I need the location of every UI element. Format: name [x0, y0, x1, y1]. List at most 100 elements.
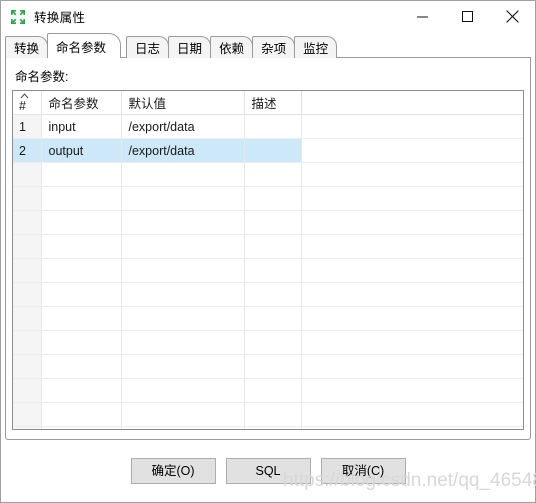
cell-parameter-name[interactable]: [41, 258, 122, 283]
named-parameters-table[interactable]: # 命名参数 默认值 描述 1 input /export/data 2 out…: [12, 90, 524, 430]
table-row[interactable]: 1 input/export/data: [13, 114, 523, 139]
cell-parameter-name[interactable]: [41, 306, 122, 331]
cell-description[interactable]: [244, 378, 302, 403]
cancel-button[interactable]: 取消(C): [320, 458, 406, 484]
ok-button[interactable]: 确定(O): [130, 458, 216, 484]
maximize-icon: [461, 10, 473, 22]
table-row[interactable]: [13, 402, 523, 427]
cell-parameter-name[interactable]: [41, 234, 122, 259]
cell-description[interactable]: [244, 114, 302, 139]
table-row[interactable]: [13, 354, 523, 379]
cell-index: [13, 426, 42, 429]
tab-label: 日期: [177, 42, 203, 56]
minimize-button[interactable]: [400, 1, 445, 32]
sql-button[interactable]: SQL: [225, 458, 311, 484]
table-body: 1 input/export/data 2 output/export/data: [13, 114, 523, 429]
tab-date[interactable]: 日期: [168, 36, 212, 58]
column-header-description[interactable]: 描述: [244, 91, 302, 115]
cell-default-value[interactable]: [121, 354, 245, 379]
cell-filler: [301, 186, 523, 211]
tab-label: 转换: [14, 42, 40, 56]
cell-default-value[interactable]: [121, 258, 245, 283]
cell-description[interactable]: [244, 162, 302, 187]
column-header-index[interactable]: #: [13, 91, 42, 115]
table-row[interactable]: [13, 282, 523, 307]
cell-default-value[interactable]: [121, 402, 245, 427]
cell-filler: [301, 114, 523, 139]
table-row[interactable]: [13, 234, 523, 259]
cell-description[interactable]: [244, 402, 302, 427]
table-row[interactable]: [13, 162, 523, 187]
cell-default-value[interactable]: /export/data: [121, 138, 245, 163]
table-row[interactable]: [13, 426, 523, 429]
column-header-name[interactable]: 命名参数: [41, 91, 122, 115]
cell-parameter-name[interactable]: [41, 402, 122, 427]
cell-parameter-name[interactable]: [41, 354, 122, 379]
cell-description[interactable]: [244, 306, 302, 331]
table-row[interactable]: [13, 186, 523, 211]
cell-description[interactable]: [244, 258, 302, 283]
cell-default-value[interactable]: [121, 234, 245, 259]
cell-description[interactable]: [244, 282, 302, 307]
cell-default-value[interactable]: [121, 282, 245, 307]
cell-description[interactable]: [244, 330, 302, 355]
window-controls: [400, 1, 535, 32]
tab-content-panel: 命名参数: # 命名参数 默认值 描述 1 input /export/data…: [5, 57, 531, 440]
cell-default-value[interactable]: [121, 210, 245, 235]
tab-monitoring[interactable]: 监控: [294, 36, 338, 58]
table-row[interactable]: [13, 378, 523, 403]
column-header-default-value[interactable]: 默认值: [121, 91, 245, 115]
cell-description[interactable]: [244, 138, 302, 163]
cell-description[interactable]: [244, 354, 302, 379]
table-row[interactable]: [13, 330, 523, 355]
cell-default-value[interactable]: /export/data: [121, 114, 245, 139]
cell-index: [13, 378, 42, 403]
cell-description[interactable]: [244, 210, 302, 235]
cell-filler: [301, 402, 523, 427]
tab-label: 监控: [303, 42, 329, 56]
maximize-button[interactable]: [445, 1, 490, 32]
ascending-caret-icon: [20, 92, 29, 99]
table-row[interactable]: 2 output/export/data: [13, 138, 523, 163]
cell-parameter-name[interactable]: input: [41, 114, 122, 139]
transform-converge-icon: [10, 9, 26, 25]
close-icon: [506, 10, 519, 23]
cell-filler: [301, 210, 523, 235]
column-header-label: 命名参数: [48, 97, 99, 111]
cell-index: [13, 162, 42, 187]
cell-parameter-name[interactable]: [41, 162, 122, 187]
cell-parameter-name[interactable]: [41, 378, 122, 403]
tab-dependency[interactable]: 依赖: [210, 36, 254, 58]
cell-index: [13, 330, 42, 355]
cell-parameter-name[interactable]: [41, 426, 122, 429]
cell-index: 1: [13, 114, 42, 139]
table-row[interactable]: [13, 210, 523, 235]
tab-misc[interactable]: 杂项: [252, 36, 296, 58]
cell-parameter-name[interactable]: [41, 282, 122, 307]
cell-description[interactable]: [244, 186, 302, 211]
cell-parameter-name[interactable]: [41, 186, 122, 211]
tab-label: 杂项: [261, 42, 287, 56]
tab-transform[interactable]: 转换: [5, 36, 49, 58]
table-row[interactable]: [13, 306, 523, 331]
cell-default-value[interactable]: [121, 186, 245, 211]
cell-default-value[interactable]: [121, 378, 245, 403]
cell-filler: [301, 378, 523, 403]
cell-description[interactable]: [244, 426, 302, 429]
cell-filler: [301, 138, 523, 163]
cell-default-value[interactable]: [121, 306, 245, 331]
cell-default-value[interactable]: [121, 426, 245, 429]
tab-named-parameters[interactable]: 命名参数: [47, 33, 122, 58]
cell-default-value[interactable]: [121, 162, 245, 187]
close-button[interactable]: [490, 1, 535, 32]
cell-index: [13, 258, 42, 283]
cell-description[interactable]: [244, 234, 302, 259]
tab-label: 日志: [135, 42, 161, 56]
cell-default-value[interactable]: [121, 330, 245, 355]
tab-log[interactable]: 日志: [126, 36, 170, 58]
cell-parameter-name[interactable]: [41, 210, 122, 235]
table-row[interactable]: [13, 258, 523, 283]
cell-parameter-name[interactable]: [41, 330, 122, 355]
cell-filler: [301, 354, 523, 379]
cell-parameter-name[interactable]: output: [41, 138, 122, 163]
